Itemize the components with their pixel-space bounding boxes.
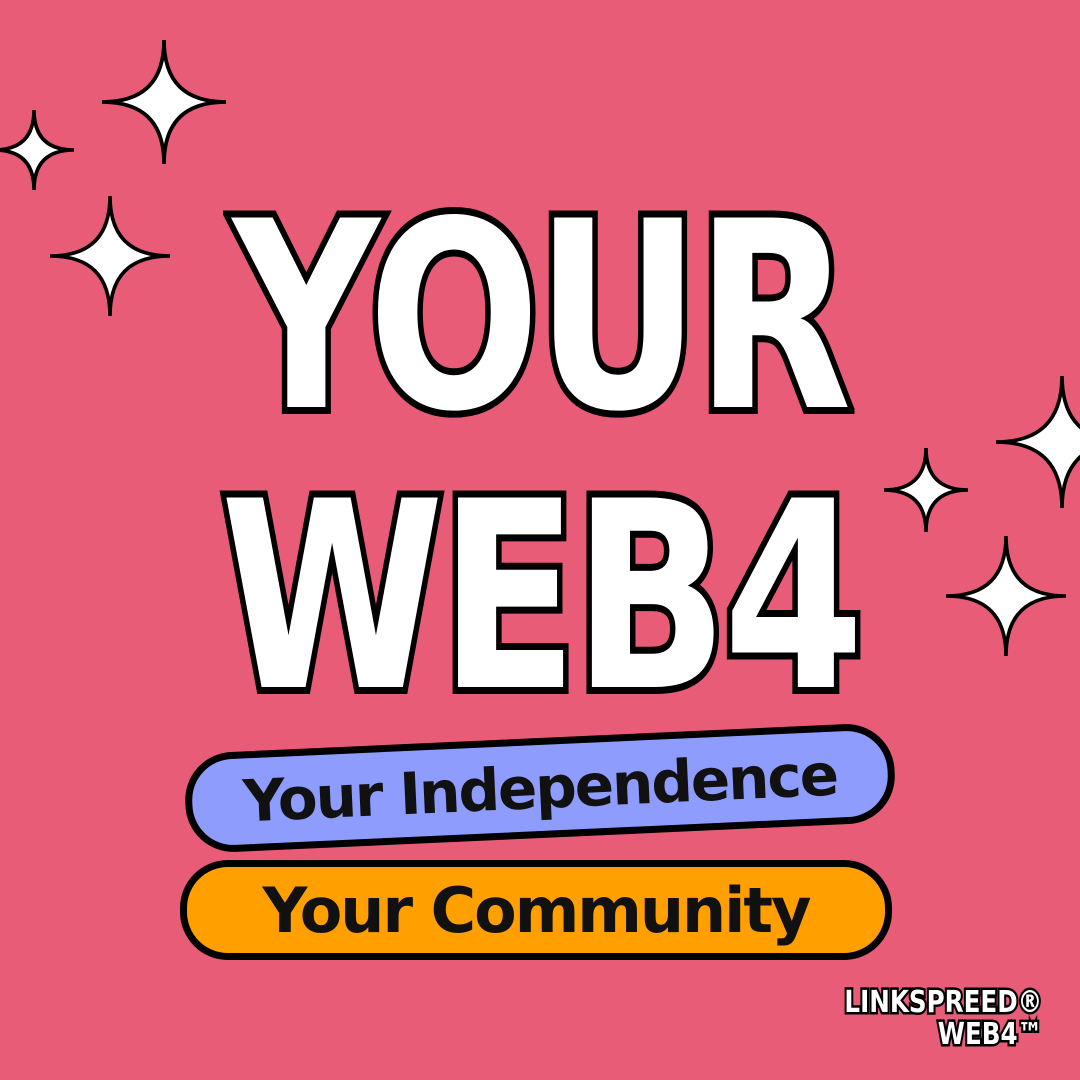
brand-product: WEB4™ xyxy=(936,1016,1045,1052)
headline-web4: WEB4 xyxy=(215,447,870,749)
brand-name: LINKSPREED® xyxy=(842,985,1044,1021)
independence-label: Your Independence xyxy=(241,740,839,836)
brand-logo: LINKSPREED® WEB4™ xyxy=(842,985,1045,1052)
community-pill: Your Community xyxy=(180,860,892,960)
community-label: Your Community xyxy=(262,873,812,947)
poster-canvas: YOUR WEB4 Your Independence Your Communi… xyxy=(0,0,1080,1080)
headline-your: YOUR xyxy=(227,167,857,469)
sparkle-icon xyxy=(996,376,1080,508)
sparkle-icon xyxy=(946,536,1066,656)
sparkle-icon xyxy=(102,40,226,164)
sparkle-icon xyxy=(0,110,74,190)
